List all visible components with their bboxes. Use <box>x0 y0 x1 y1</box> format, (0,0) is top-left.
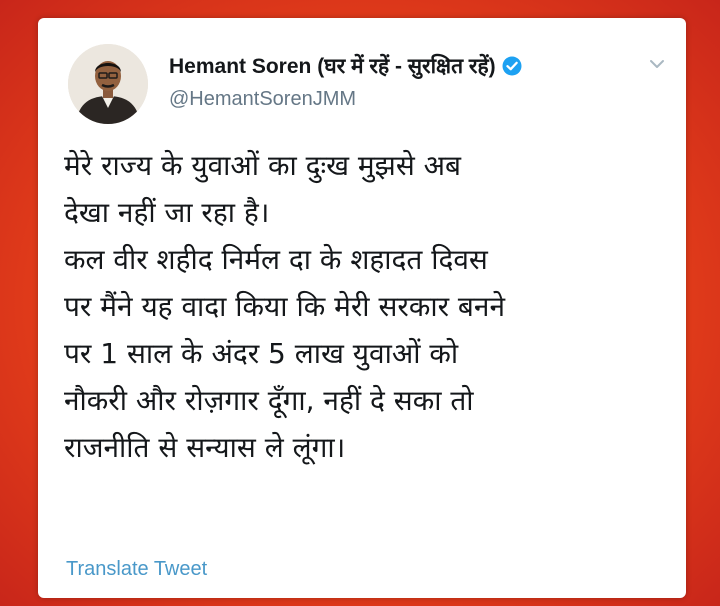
tweet-card: Hemant Soren (घर में रहें - सुरक्षित रहे… <box>38 18 686 598</box>
author-row: Hemant Soren (घर में रहें - सुरक्षित रहे… <box>169 52 522 80</box>
tweet-text: मेरे राज्य के युवाओं का दुःख मुझसे अब दे… <box>64 149 506 464</box>
translate-tweet-link[interactable]: Translate Tweet <box>66 558 207 581</box>
verified-badge-icon <box>502 56 522 76</box>
author-handle[interactable]: @HemantSorenJMM <box>169 88 356 111</box>
profile-photo-icon <box>68 44 148 124</box>
chevron-down-icon[interactable] <box>648 56 666 70</box>
author-name[interactable]: Hemant Soren (घर में रहें - सुरक्षित रहे… <box>169 52 496 80</box>
avatar[interactable] <box>68 44 148 124</box>
